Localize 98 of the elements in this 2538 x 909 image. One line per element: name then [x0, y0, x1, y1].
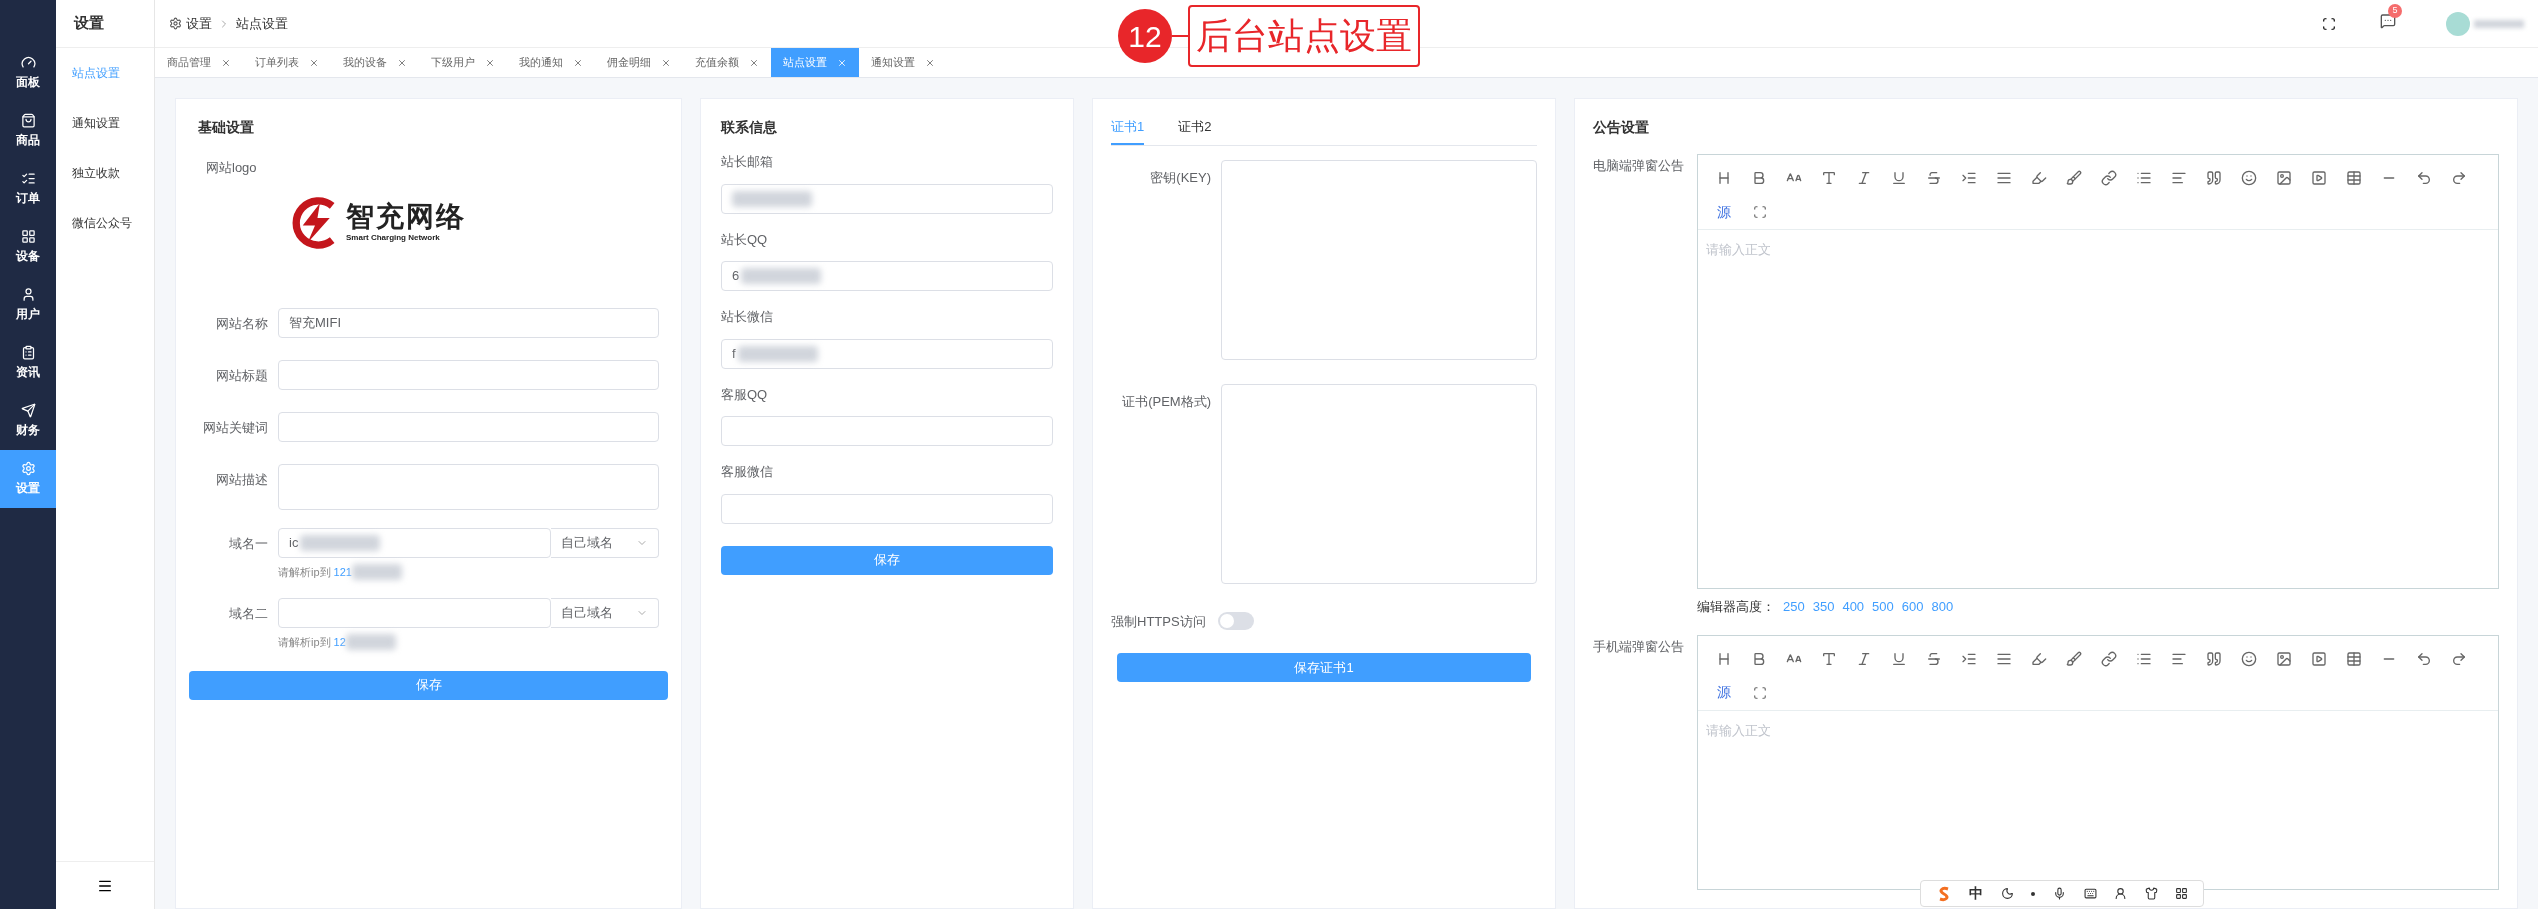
close-icon[interactable]	[485, 57, 495, 68]
page-tab[interactable]: 商品管理	[155, 48, 243, 77]
ip-address: 121	[333, 564, 352, 580]
page-tab[interactable]: 下级用户	[419, 48, 507, 77]
breadcrumb-item[interactable]: 设置	[186, 13, 212, 34]
domain-select[interactable]: 自己域名	[551, 527, 659, 558]
input-field[interactable]	[278, 463, 659, 510]
source-button[interactable]: 源	[1706, 195, 1742, 229]
nav-item[interactable]: 资讯	[0, 334, 56, 392]
page-tab[interactable]: 我的设备	[331, 48, 419, 77]
bag-icon	[20, 113, 36, 128]
close-icon[interactable]	[749, 57, 759, 68]
grid-icon	[20, 229, 36, 244]
keyboard-icon	[2083, 887, 2097, 900]
input-field[interactable]	[278, 411, 659, 442]
field-label: 域名一	[228, 534, 268, 553]
field-label: 手机端弹窗公告	[1593, 637, 1685, 656]
callout-label: 后台站点设置	[1188, 5, 1420, 67]
logo-tagline: Smart Charging Network	[346, 234, 441, 242]
logo-name: 智充网络	[346, 203, 466, 231]
sidebar-item[interactable]: 微信公众号	[56, 198, 154, 248]
input-field[interactable]: f	[721, 338, 1053, 369]
input-field[interactable]: ic	[278, 527, 551, 558]
source-button[interactable]: 源	[1706, 675, 1742, 710]
close-icon[interactable]	[221, 57, 231, 68]
hint-text: 请解析ip到	[278, 635, 331, 650]
input-field[interactable]	[278, 359, 659, 390]
input-mode[interactable]: 中	[1969, 883, 1984, 904]
clipboard-icon	[20, 345, 36, 360]
toggle-switch[interactable]	[1217, 612, 1254, 631]
blurred-value	[2474, 19, 2524, 28]
ip-address: 12	[333, 635, 346, 650]
panel-title: 公告设置	[1593, 118, 1650, 137]
gauge-icon	[20, 55, 36, 70]
field-label: 站长邮箱	[721, 153, 774, 171]
close-icon[interactable]	[573, 57, 583, 68]
input-field[interactable]	[278, 598, 551, 628]
input-field[interactable]	[721, 493, 1053, 524]
close-icon[interactable]	[837, 57, 847, 68]
panel-title: 联系信息	[721, 118, 778, 137]
certificate-tab[interactable]: 证书2	[1178, 117, 1212, 145]
nav-item[interactable]: 订单	[0, 160, 56, 218]
punctuation-icon[interactable]	[2031, 891, 2036, 896]
close-icon[interactable]	[661, 57, 671, 68]
field-label: 密钥(KEY)	[1149, 168, 1211, 187]
nav-item[interactable]: 用户	[0, 276, 56, 334]
microphone-icon	[2052, 887, 2066, 900]
placeholder: 请输入正文	[1706, 242, 1771, 257]
nav-item[interactable]: 面板	[0, 44, 56, 102]
sidebar-title: 设置	[74, 13, 104, 34]
shirt-icon	[2144, 887, 2158, 900]
user-icon	[20, 287, 36, 302]
message-icon[interactable]	[2380, 12, 2396, 29]
field-label: 客服微信	[721, 463, 774, 481]
nav-item[interactable]: 商品	[0, 102, 56, 160]
settings-icon	[20, 461, 36, 476]
field-label: 网站关键词	[202, 418, 268, 437]
height-label: 编辑器高度：	[1697, 598, 1775, 616]
placeholder: 请输入正文	[1706, 722, 1771, 738]
input-field[interactable]: 智充MIFI	[278, 307, 659, 338]
user-icon	[2114, 887, 2128, 900]
close-icon[interactable]	[925, 57, 935, 68]
input-field[interactable]	[721, 183, 1053, 214]
notification-badge: 5	[2388, 3, 2402, 18]
sidebar-item[interactable]: 独立收款	[56, 148, 154, 198]
field-label: 网站描述	[215, 470, 268, 489]
field-label: 客服QQ	[721, 385, 769, 404]
page-tab[interactable]: 佣金明细	[595, 48, 683, 77]
field-label: 证书(PEM格式)	[1121, 392, 1211, 411]
sidebar-item[interactable]: 通知设置	[56, 98, 154, 148]
input-field[interactable]: 6	[721, 261, 1053, 291]
page-tab[interactable]: 订单列表	[243, 48, 331, 77]
input-field[interactable]	[721, 416, 1053, 446]
send-icon	[20, 403, 36, 418]
moon-icon	[2000, 887, 2014, 900]
domain-select[interactable]: 自己域名	[551, 598, 659, 628]
panel-title: 基础设置	[198, 118, 255, 137]
nav-item[interactable]: 设备	[0, 218, 56, 276]
grid-icon	[2175, 887, 2189, 900]
hint-text: 请解析ip到	[278, 564, 331, 580]
page-tab[interactable]: 通知设置	[859, 48, 947, 77]
fullscreen-icon[interactable]	[2322, 16, 2336, 31]
close-icon[interactable]	[309, 57, 319, 68]
field-label: 电脑端弹窗公告	[1593, 157, 1685, 175]
field-label: 站长QQ	[721, 230, 769, 249]
settings-icon	[169, 17, 182, 30]
breadcrumb-item: 站点设置	[236, 14, 288, 33]
field-label: 强制HTTPS访问	[1111, 612, 1206, 631]
field-label: 网站logo	[206, 159, 258, 177]
close-icon[interactable]	[397, 57, 407, 68]
checklist-icon	[20, 171, 36, 186]
field-label: 站长微信	[721, 308, 774, 326]
page-tab[interactable]: 充值余额	[683, 48, 771, 77]
field-label: 网站标题	[215, 366, 268, 385]
field-label: 网站名称	[215, 314, 268, 333]
field-label: 域名二	[228, 605, 268, 623]
page-tab[interactable]: 我的通知	[507, 48, 595, 77]
nav-item[interactable]: 财务	[0, 392, 56, 450]
